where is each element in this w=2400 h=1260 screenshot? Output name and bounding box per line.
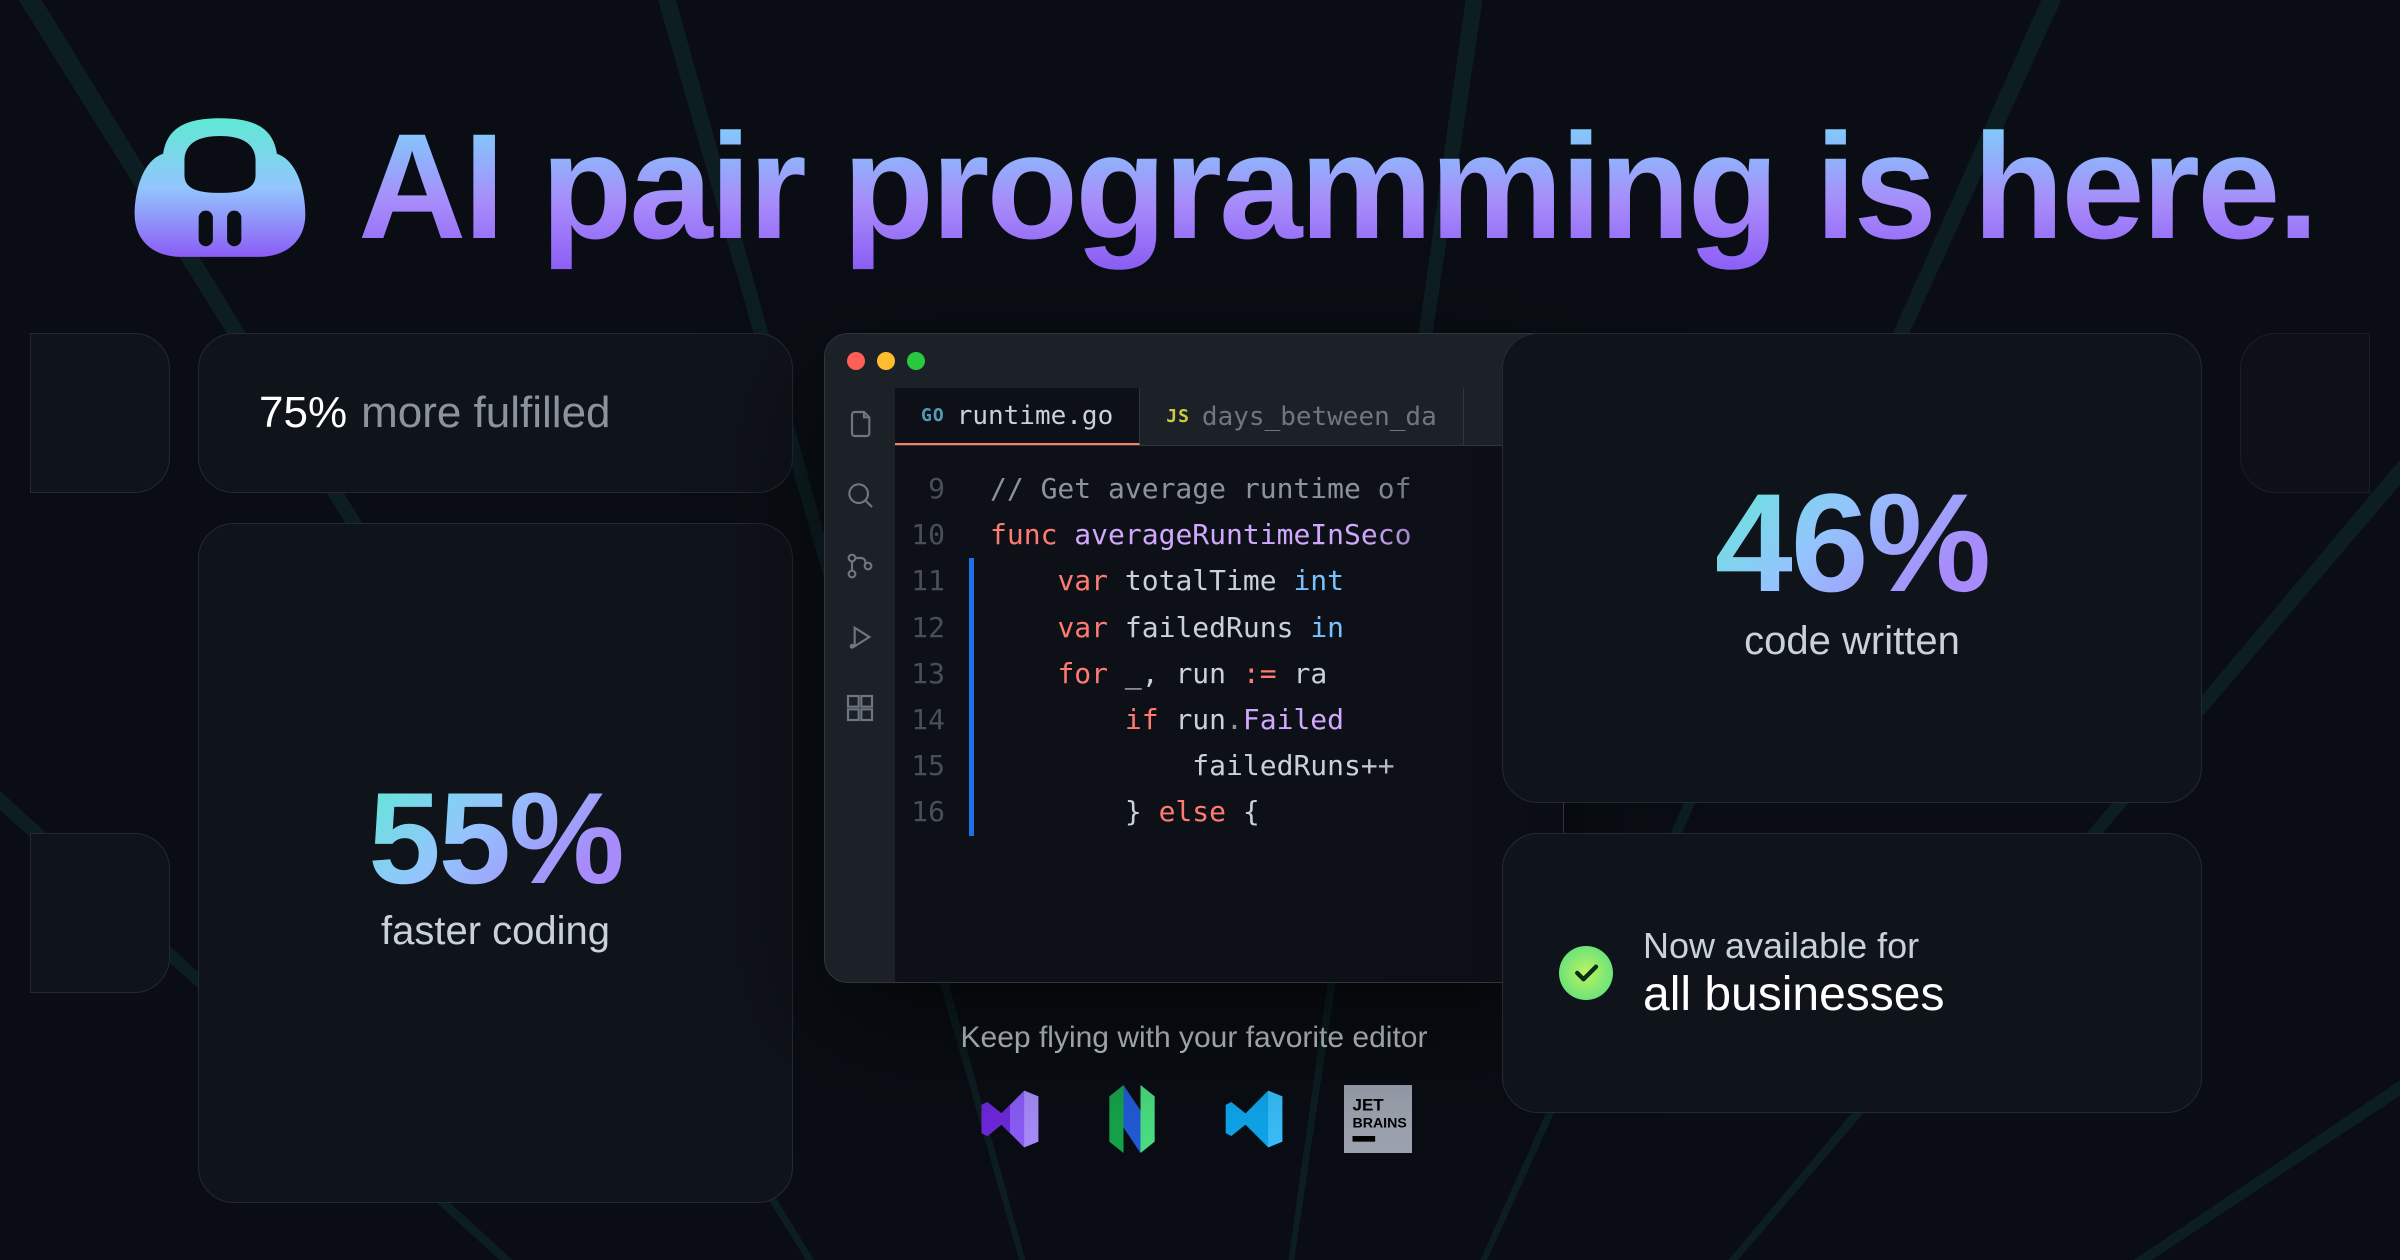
copilot-logo-icon	[130, 104, 310, 269]
code-line: 16 } else {	[895, 789, 1563, 835]
stat-percent: 46%	[1715, 473, 1989, 613]
editor-logos-row: JETBRAINS	[824, 1085, 1564, 1158]
line-number: 9	[895, 466, 969, 512]
code-line: 14 if run.Failed	[895, 697, 1563, 743]
stat-card-fulfilled: 75% more fulfilled	[198, 333, 793, 493]
activity-bar	[825, 388, 895, 982]
tab-language-icon: GO	[921, 405, 945, 426]
window-zoom-icon[interactable]	[907, 352, 925, 370]
stat-percent: 75%	[259, 388, 347, 438]
stat-label: more fulfilled	[361, 388, 610, 438]
stat-card-faster: 55% faster coding	[198, 523, 793, 1203]
line-number: 16	[895, 789, 969, 835]
line-number: 10	[895, 512, 969, 558]
editors-caption: Keep flying with your favorite editor	[824, 1021, 1564, 1055]
neovim-icon	[1100, 1085, 1164, 1158]
hero-title: AI pair programming is here.	[358, 100, 2316, 273]
source-control-icon[interactable]	[844, 550, 876, 587]
code-line: 9// Get average runtime of	[895, 466, 1563, 512]
stat-card-code-written: 46% code written	[1502, 333, 2202, 803]
line-number: 13	[895, 651, 969, 697]
availability-line2: all businesses	[1643, 967, 1945, 1022]
code-line: 12 var failedRuns in	[895, 605, 1563, 651]
editor-tabs: GO runtime.go JS days_between_da	[895, 388, 1563, 446]
hero: AI pair programming is here.	[130, 100, 2280, 273]
debug-icon[interactable]	[844, 621, 876, 658]
line-number: 15	[895, 743, 969, 789]
line-number: 14	[895, 697, 969, 743]
extensions-icon[interactable]	[844, 692, 876, 729]
editor-tab[interactable]: GO runtime.go	[895, 388, 1140, 445]
code-line: 13 for _, run := ra	[895, 651, 1563, 697]
window-minimize-icon[interactable]	[877, 352, 895, 370]
availability-line1: Now available for	[1643, 925, 1945, 967]
vscode-icon	[1220, 1085, 1288, 1158]
code-line: 11 var totalTime int	[895, 558, 1563, 604]
window-close-icon[interactable]	[847, 352, 865, 370]
decorative-card	[30, 333, 170, 493]
decorative-card	[2240, 333, 2370, 493]
code-line: 10func averageRuntimeInSeco	[895, 512, 1563, 558]
stat-label: faster coding	[381, 909, 610, 954]
svg-text:JET: JET	[1353, 1096, 1385, 1115]
decorative-card	[30, 833, 170, 993]
availability-card: Now available for all businesses	[1502, 833, 2202, 1113]
tab-filename: runtime.go	[957, 401, 1114, 431]
code-editor-window: GO runtime.go JS days_between_da 9// Get av…	[824, 333, 1564, 983]
visual-studio-icon	[976, 1085, 1044, 1158]
jetbrains-icon: JETBRAINS	[1344, 1085, 1412, 1158]
svg-text:BRAINS: BRAINS	[1353, 1116, 1407, 1132]
stat-label: code written	[1744, 619, 1960, 664]
code-line: 15 failedRuns++	[895, 743, 1563, 789]
files-icon[interactable]	[844, 408, 876, 445]
stat-percent: 55%	[368, 773, 622, 903]
code-area[interactable]: 9// Get average runtime of10func average…	[895, 446, 1563, 982]
tab-filename: days_between_da	[1202, 402, 1437, 432]
check-icon	[1559, 946, 1613, 1000]
tab-language-icon: JS	[1166, 406, 1190, 427]
search-icon[interactable]	[844, 479, 876, 516]
line-number: 11	[895, 558, 969, 604]
editor-tab[interactable]: JS days_between_da	[1140, 388, 1464, 445]
line-number: 12	[895, 605, 969, 651]
window-titlebar	[825, 334, 1563, 388]
